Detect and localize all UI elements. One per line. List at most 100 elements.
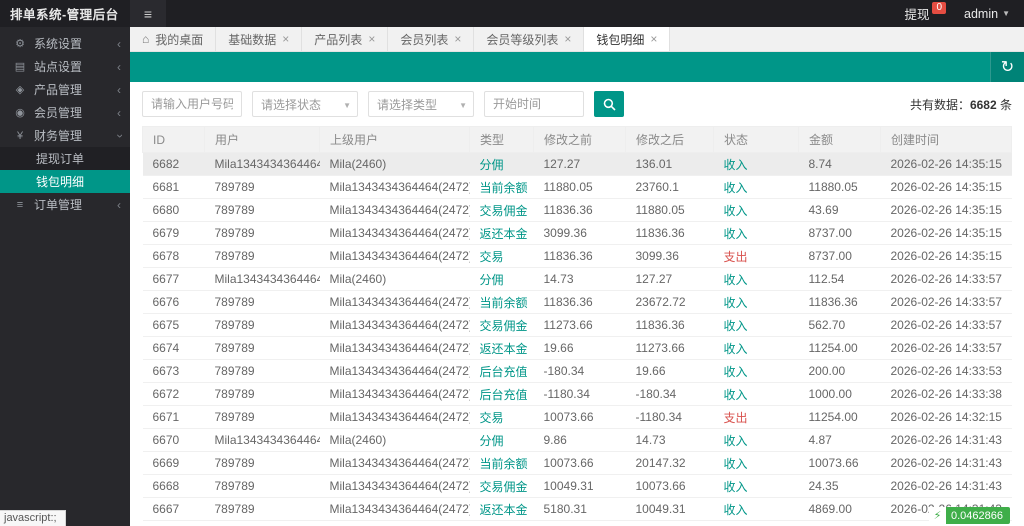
table-row: 6678 789789 Mila1343434364464(2472) 交易 11836…	[142, 244, 1012, 268]
close-icon[interactable]: ×	[564, 33, 571, 45]
app-title: 排单系统-管理后台	[10, 8, 119, 22]
tab-wallet-detail[interactable]: 钱包明细 ×	[584, 27, 671, 51]
cell-before: 19.66	[533, 336, 626, 360]
performance-badge: ⚡ 0.0462866	[929, 507, 1010, 524]
cell-parent-user: Mila1343434364464(2472)	[319, 198, 470, 222]
tab-product-list[interactable]: 产品列表 ×	[302, 27, 389, 51]
cell-type: 分佣	[469, 152, 534, 176]
cell-amount: 4869.00	[798, 520, 881, 526]
cell-status: 收入	[713, 336, 799, 360]
cell-user: 789789	[204, 290, 320, 314]
cell-user: 789789	[204, 474, 320, 498]
tab-label: 我的桌面	[155, 32, 204, 47]
cell-created-at: 2026-02-26 14:33:57	[880, 313, 1012, 337]
close-icon[interactable]: ×	[282, 33, 289, 45]
cell-created-at: 2026-02-26 14:35:15	[880, 221, 1012, 245]
tab-desktop[interactable]: ⌂ 我的桌面	[130, 27, 217, 51]
sidebar-item-product[interactable]: ◈ 产品管理 ‹	[0, 78, 130, 101]
close-icon[interactable]: ×	[368, 33, 375, 45]
search-button[interactable]	[594, 91, 624, 117]
sidebar-item-label: 订单管理	[34, 198, 83, 212]
refresh-button[interactable]: ↻	[990, 52, 1024, 82]
cell-type: 当前余额	[469, 290, 534, 314]
start-time-input[interactable]	[484, 91, 584, 117]
table-row: 6681 789789 Mila1343434364464(2472) 当前余额 118…	[142, 175, 1012, 199]
column-header-id: ID	[142, 126, 205, 153]
cell-user: 789789	[204, 497, 320, 521]
cell-amount: 11254.00	[798, 405, 881, 429]
table-row: 6674 789789 Mila1343434364464(2472) 返还本金 19.…	[142, 336, 1012, 360]
sidebar-item-member[interactable]: ◉ 会员管理 ‹	[0, 101, 130, 124]
cell-before: -1180.34	[533, 382, 626, 406]
content-area: ⌂ 我的桌面 基础数据 × 产品列表 × 会员列表 × 会员等级列表 × 钱包明细 × ↻ 请选择状态…	[130, 27, 1024, 526]
cell-parent-user: Mila1343434364464(2472)	[319, 405, 470, 429]
home-icon: ⌂	[142, 32, 150, 46]
menu-toggle-icon[interactable]: ≡	[130, 0, 166, 27]
cell-created-at: 2026-02-26 14:33:38	[880, 382, 1012, 406]
column-header-parent-user: 上级用户	[319, 126, 470, 153]
cell-after: 20147.32	[625, 451, 714, 475]
user-menu[interactable]: admin ▼	[964, 7, 1010, 21]
chevron-down-icon: ‹	[112, 133, 126, 138]
withdraw-link[interactable]: 提现 0	[904, 2, 947, 23]
column-header-amount: 金额	[798, 126, 881, 153]
cell-status: 收入	[713, 428, 799, 452]
status-select-value: 请选择状态	[261, 97, 322, 112]
cell-before: 10073.66	[533, 405, 626, 429]
close-icon[interactable]: ×	[454, 33, 461, 45]
cell-user: 789789	[204, 221, 320, 245]
sidebar-item-orders[interactable]: ≡ 订单管理 ‹	[0, 193, 130, 216]
table-row: 6682 Mila1343434364464 Mila(2460) 分佣 127.27 1…	[142, 152, 1012, 176]
cell-amount: 4.87	[798, 428, 881, 452]
cell-status: 收入	[713, 520, 799, 526]
cell-id: 6667	[142, 497, 205, 521]
table-row: 6676 789789 Mila1343434364464(2472) 当前余额 118…	[142, 290, 1012, 314]
refresh-icon: ↻	[1000, 59, 1015, 76]
cell-type: 交易佣金	[469, 198, 534, 222]
chevron-down-icon: ▼	[343, 101, 351, 110]
cell-id: 6673	[142, 359, 205, 383]
cell-parent-user: Mila1343434364464(2472)	[319, 451, 470, 475]
tab-level-list[interactable]: 会员等级列表 ×	[474, 27, 585, 51]
gear-icon: ⚙	[15, 38, 25, 50]
cell-before: 10073.66	[533, 451, 626, 475]
user-number-input[interactable]	[142, 91, 242, 117]
main-layout: ⚙ 系统设置 ‹ ▤ 站点设置 ‹ ◈ 产品管理 ‹ ◉ 会员管理 ‹ ¥ 财务管理 ‹ 提现订单 钱包明细 ≡ 订…	[0, 27, 1024, 526]
close-icon[interactable]: ×	[650, 33, 657, 45]
cell-type: 当前余额	[469, 175, 534, 199]
wallet-table: ID 用户 上级用户 类型 修改之前 修改之后 状态 金额 创建时间 6682 Mila13434…	[142, 126, 1012, 526]
cell-parent-user: Mila1343434364464(2472)	[319, 359, 470, 383]
cell-before: 11880.05	[533, 175, 626, 199]
cell-after: -180.34	[625, 382, 714, 406]
cell-parent-user: Mila1343434364464(2472)	[319, 221, 470, 245]
finance-icon: ¥	[16, 129, 24, 142]
cell-before: 5180.31	[533, 520, 626, 526]
cell-parent-user: Mila1343434364464(2472)	[319, 290, 470, 314]
chevron-left-icon: ‹	[117, 105, 121, 120]
cell-parent-user: Mila1343434364464(2472)	[319, 336, 470, 360]
type-select[interactable]: 请选择类型 ▼	[368, 91, 474, 117]
cell-status: 收入	[713, 175, 799, 199]
status-select[interactable]: 请选择状态 ▼	[252, 91, 358, 117]
tab-basic-data[interactable]: 基础数据 ×	[216, 27, 303, 51]
sidebar-subitem-wallet-detail[interactable]: 钱包明细	[0, 170, 130, 193]
cell-type: 交易	[469, 405, 534, 429]
tab-member-list[interactable]: 会员列表 ×	[388, 27, 475, 51]
cell-type: 返还本金	[469, 336, 534, 360]
cell-after: 11880.05	[625, 198, 714, 222]
cell-amount: 11254.00	[798, 336, 881, 360]
cell-amount: 24.35	[798, 474, 881, 498]
cell-type: 返还本金	[469, 497, 534, 521]
cell-created-at: 2026-02-26 14:33:57	[880, 336, 1012, 360]
page-toolbar: ↻	[130, 52, 1024, 82]
cell-user: Mila1343434364464	[204, 267, 320, 291]
table-row: 6671 789789 Mila1343434364464(2472) 交易 10073…	[142, 405, 1012, 429]
cell-status: 收入	[713, 497, 799, 521]
sidebar-item-site[interactable]: ▤ 站点设置 ‹	[0, 55, 130, 78]
sidebar-item-system[interactable]: ⚙ 系统设置 ‹	[0, 32, 130, 55]
cell-created-at: 2026-02-26 14:31:43	[880, 451, 1012, 475]
cell-status: 收入	[713, 474, 799, 498]
sidebar-subitem-withdraw-orders[interactable]: 提现订单	[0, 147, 130, 170]
cell-after: 136.01	[625, 152, 714, 176]
sidebar-item-finance[interactable]: ¥ 财务管理 ‹	[0, 124, 130, 147]
